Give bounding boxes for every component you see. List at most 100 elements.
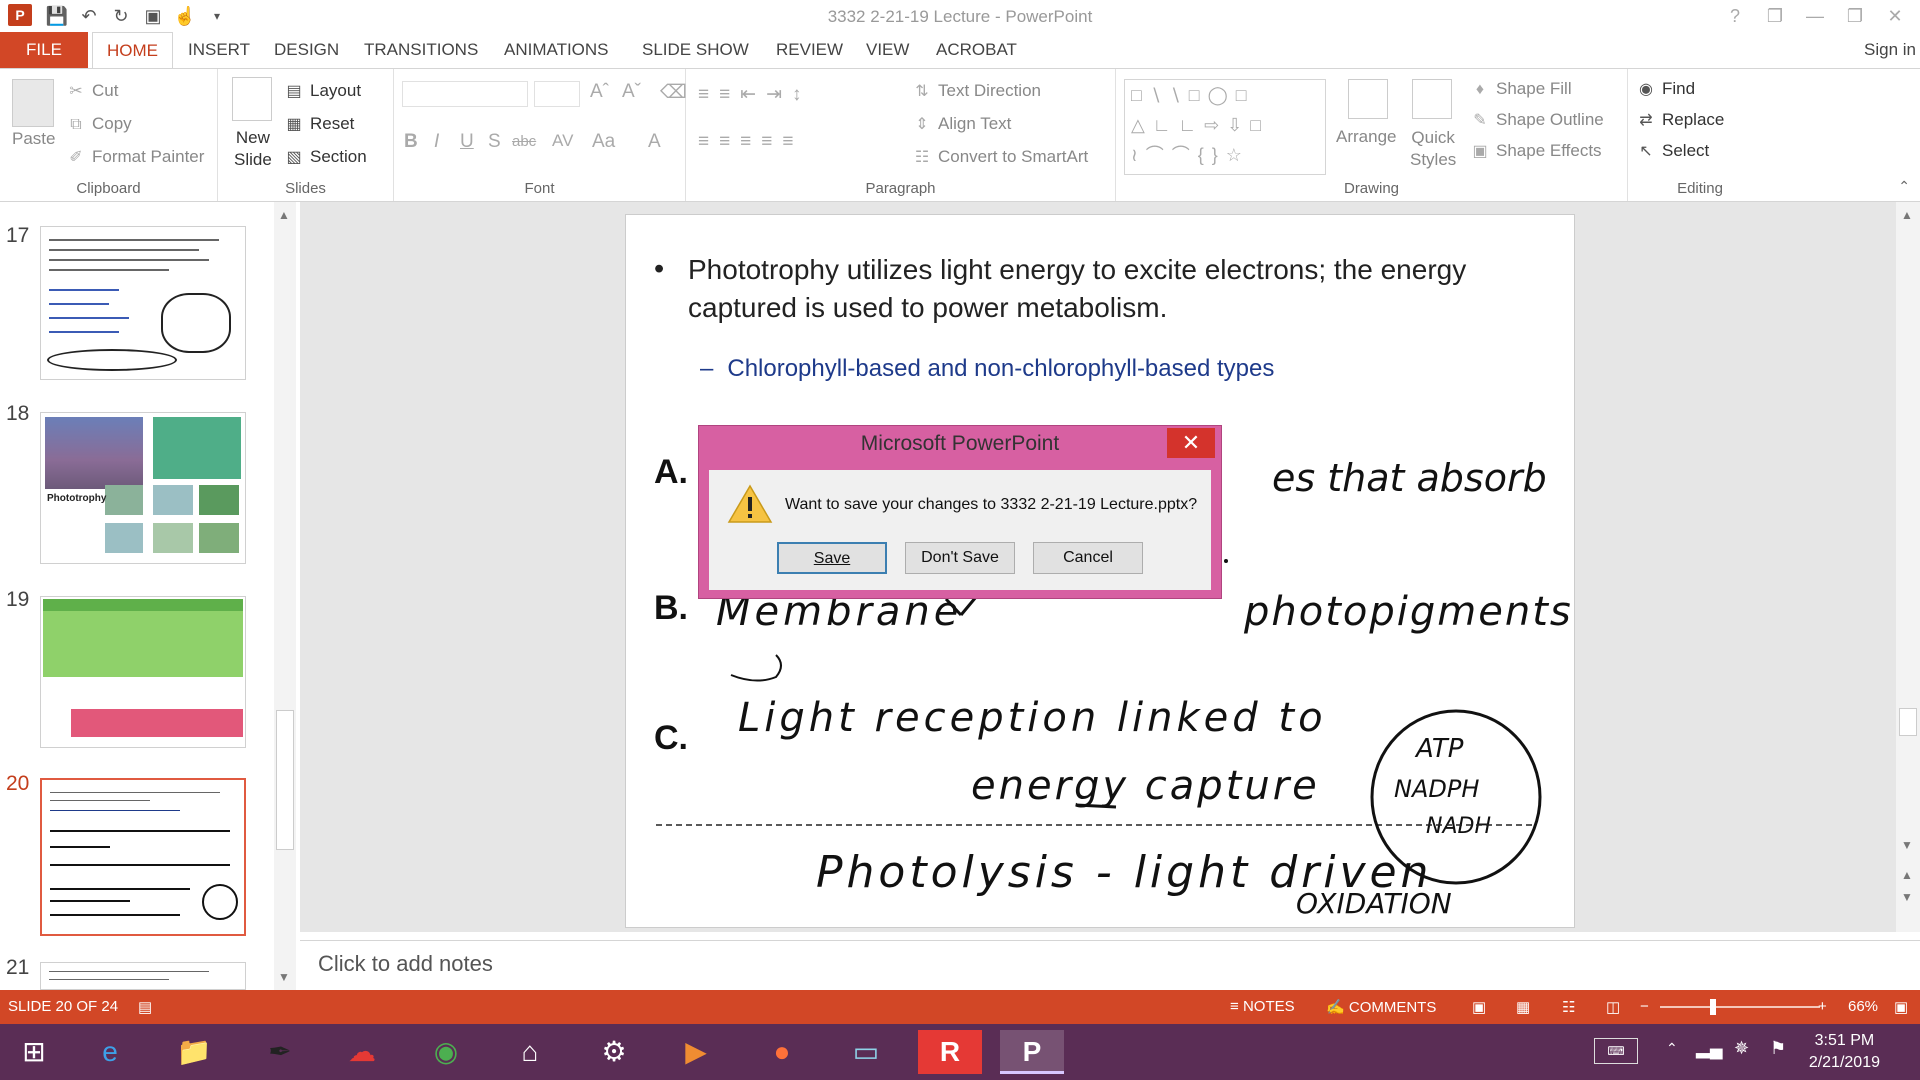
scroll-up-icon[interactable]: ▲ — [1901, 208, 1913, 222]
notes-app-icon[interactable]: ▭ — [834, 1030, 898, 1074]
font-family-select[interactable] — [402, 81, 528, 107]
cloud-app-icon[interactable]: ☁ — [330, 1030, 394, 1074]
tab-acrobat[interactable]: ACROBAT — [936, 32, 1017, 68]
zoom-level[interactable]: 66% — [1848, 998, 1878, 1015]
thumbnail-scrollbar[interactable]: ▲ ▼ — [274, 202, 296, 990]
internet-explorer-icon[interactable]: e — [78, 1030, 142, 1074]
italic-button[interactable]: I — [434, 131, 439, 153]
spell-check-icon[interactable]: ▤ — [138, 998, 152, 1016]
strikethrough-button[interactable]: abc — [512, 133, 536, 150]
reading-view-icon[interactable]: ☷ — [1562, 998, 1575, 1016]
comments-toggle[interactable]: ✍ COMMENTS — [1326, 998, 1436, 1016]
pen-tool-icon[interactable]: ✒ — [248, 1030, 312, 1074]
slide-thumbnail-18[interactable]: Phototrophy — [40, 412, 246, 564]
collapse-ribbon-icon[interactable]: ⌃ — [1898, 178, 1910, 195]
underline-button[interactable]: U — [460, 131, 474, 153]
taskbar-clock[interactable]: 3:51 PM 2/21/2019 — [1809, 1030, 1880, 1074]
select-button[interactable]: ↖ Select — [1636, 141, 1709, 161]
reset-button[interactable]: ▦ Reset — [284, 114, 354, 134]
fit-slide-icon[interactable]: ▣ — [1894, 998, 1908, 1016]
ribbon-display-icon[interactable]: ❐ — [1758, 2, 1792, 30]
grow-font-icon[interactable]: Aˆ — [590, 81, 609, 103]
scroll-up-icon[interactable]: ▲ — [278, 208, 290, 222]
sign-in-link[interactable]: Sign in — [1864, 32, 1916, 68]
scroll-down-icon[interactable]: ▼ — [1901, 838, 1913, 852]
tab-review[interactable]: REVIEW — [776, 32, 843, 68]
new-slide-icon[interactable] — [232, 77, 272, 121]
shrink-font-icon[interactable]: Aˇ — [622, 81, 641, 103]
character-spacing-button[interactable]: AV — [552, 131, 573, 151]
home-app-icon[interactable]: ⌂ — [498, 1030, 562, 1074]
zoom-slider[interactable] — [1660, 1006, 1820, 1008]
scrollbar-handle[interactable] — [1899, 708, 1917, 736]
shape-fill-button[interactable]: ♦ Shape Fill — [1470, 79, 1572, 99]
section-button[interactable]: ▧ Section — [284, 147, 366, 167]
format-painter-button[interactable]: ✐ Format Painter — [66, 147, 204, 167]
convert-smartart-button[interactable]: ☷ Convert to SmartArt — [912, 147, 1088, 167]
shape-effects-button[interactable]: ▣ Shape Effects — [1470, 141, 1601, 161]
list-buttons[interactable]: ≡≡⇤⇥↕ — [698, 83, 812, 106]
font-color-button[interactable]: A — [648, 131, 661, 153]
shape-outline-button[interactable]: ✎ Shape Outline — [1470, 110, 1603, 130]
save-button[interactable]: Save — [777, 542, 887, 574]
zoom-slider-handle[interactable] — [1709, 999, 1716, 1015]
normal-view-icon[interactable]: ▣ — [1472, 998, 1486, 1016]
tab-view[interactable]: VIEW — [866, 32, 909, 68]
tab-file[interactable]: FILE — [0, 32, 88, 68]
arrange-icon[interactable] — [1348, 79, 1388, 119]
scroll-down-icon[interactable]: ▼ — [278, 970, 290, 984]
zoom-out-icon[interactable]: − — [1640, 998, 1649, 1015]
signal-icon[interactable]: ▂▄ — [1696, 1038, 1723, 1059]
bold-button[interactable]: B — [404, 131, 418, 153]
slide-thumbnail-20[interactable] — [40, 778, 246, 936]
slideshow-view-icon[interactable]: ◫ — [1606, 998, 1620, 1016]
previous-slide-icon[interactable]: ▲ — [1901, 868, 1913, 882]
network-icon[interactable]: ✵ — [1734, 1038, 1749, 1059]
tab-home[interactable]: HOME — [92, 32, 173, 68]
notes-toggle[interactable]: ≡ NOTES — [1230, 998, 1295, 1015]
layout-button[interactable]: ▤ Layout — [284, 81, 361, 101]
shadow-button[interactable]: S — [488, 131, 501, 153]
replace-button[interactable]: ⇄ Replace — [1636, 110, 1724, 130]
tab-transitions[interactable]: TRANSITIONS — [364, 32, 478, 68]
notes-pane[interactable]: Click to add notes — [300, 940, 1920, 990]
slide-thumbnail-19[interactable] — [40, 596, 246, 748]
slide-sorter-icon[interactable]: ▦ — [1516, 998, 1530, 1016]
file-explorer-icon[interactable]: 📁 — [162, 1030, 226, 1074]
minimize-icon[interactable]: — — [1798, 2, 1832, 30]
tab-design[interactable]: DESIGN — [274, 32, 339, 68]
text-direction-button[interactable]: ⇅ Text Direction — [912, 81, 1041, 101]
cancel-button[interactable]: Cancel — [1033, 542, 1143, 574]
scrollbar-handle[interactable] — [276, 710, 294, 850]
clear-formatting-icon[interactable]: ⌫ — [660, 81, 687, 104]
zoom-in-icon[interactable]: + — [1818, 998, 1827, 1015]
r-app-icon[interactable]: R — [918, 1030, 982, 1074]
quick-styles-button[interactable]: Quick Styles — [1410, 127, 1456, 171]
powerpoint-taskbar-icon[interactable]: P — [1000, 1030, 1064, 1074]
copy-button[interactable]: ⧉ Copy — [66, 114, 131, 134]
paste-button[interactable]: Paste — [12, 129, 55, 149]
network-app-icon[interactable]: ⚙ — [582, 1030, 646, 1074]
show-hidden-icons-icon[interactable]: ⌃ — [1666, 1040, 1678, 1057]
flag-icon[interactable]: ⚑ — [1770, 1038, 1786, 1059]
slide-thumbnail-17[interactable] — [40, 226, 246, 380]
help-icon[interactable]: ? — [1718, 2, 1752, 30]
find-button[interactable]: ◉ Find — [1636, 79, 1695, 99]
editor-scrollbar[interactable]: ▲ ▼ ▲ ▼ — [1896, 202, 1920, 932]
shapes-gallery[interactable]: □∖∖□◯□ △∟∟⇨⇩□ ≀⌒⌒{}☆ — [1124, 79, 1326, 175]
tab-insert[interactable]: INSERT — [188, 32, 250, 68]
font-size-select[interactable] — [534, 81, 580, 107]
cut-button[interactable]: ✂ Cut — [66, 81, 118, 101]
restore-icon[interactable]: ❐ — [1838, 2, 1872, 30]
dont-save-button[interactable]: Don't Save — [905, 542, 1015, 574]
slide-thumbnail-21[interactable] — [40, 962, 246, 990]
keyboard-icon[interactable]: ⌨ — [1594, 1038, 1638, 1064]
change-case-button[interactable]: Aa — [592, 131, 615, 153]
paste-icon[interactable] — [12, 79, 54, 127]
notes-placeholder[interactable]: Click to add notes — [318, 951, 493, 977]
dialog-close-button[interactable]: ✕ — [1167, 428, 1215, 458]
align-text-button[interactable]: ⇕ Align Text — [912, 114, 1011, 134]
tab-slide-show[interactable]: SLIDE SHOW — [642, 32, 749, 68]
close-window-icon[interactable]: ✕ — [1878, 2, 1912, 30]
new-slide-button[interactable]: New Slide — [234, 127, 272, 171]
